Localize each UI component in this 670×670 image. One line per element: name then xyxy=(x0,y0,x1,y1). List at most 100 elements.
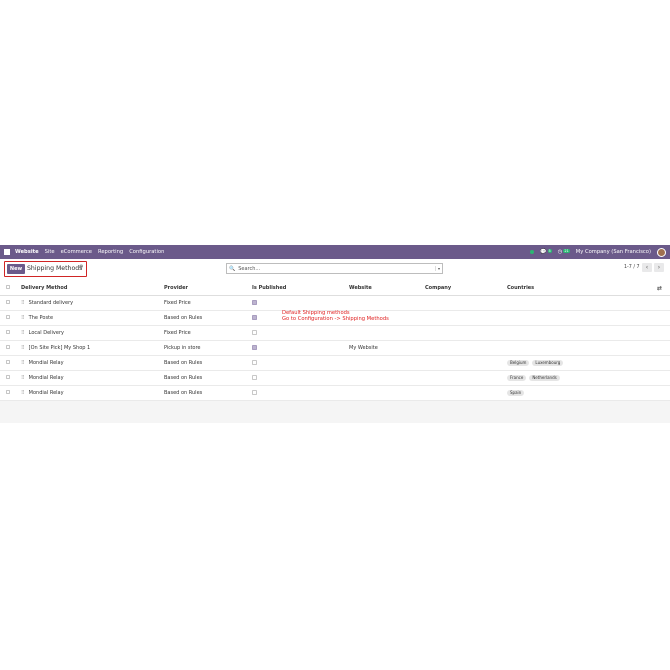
drag-handle-icon[interactable]: ⠿ xyxy=(21,345,25,351)
page-title: Shipping Methods xyxy=(27,265,83,272)
drag-handle-icon[interactable]: ⠿ xyxy=(21,375,25,381)
company-cell xyxy=(425,340,507,356)
published-checkbox[interactable] xyxy=(252,345,257,350)
table-row[interactable]: ⠿ Mondial Relay Based on Rules France Neth… xyxy=(0,370,670,386)
nav-right: 💬 5 ◷ 21 My Company (San Francisco) xyxy=(530,247,666,257)
provider-cell: Based on Rules xyxy=(164,370,252,386)
drag-handle-icon[interactable]: ⠿ xyxy=(21,360,25,366)
website-cell xyxy=(349,385,425,401)
row-checkbox[interactable] xyxy=(6,315,10,319)
row-checkbox[interactable] xyxy=(6,300,10,304)
messages-count: 5 xyxy=(547,249,552,253)
delivery-method-name: Mondial Relay xyxy=(28,375,64,381)
activity-count: 21 xyxy=(563,249,570,253)
row-checkbox[interactable] xyxy=(6,330,10,334)
website-cell: My Website xyxy=(349,340,425,356)
website-cell xyxy=(349,295,425,311)
company-cell xyxy=(425,325,507,341)
activity-clock-icon[interactable]: ◷ 21 xyxy=(558,249,570,255)
apps-grid-icon[interactable] xyxy=(4,249,10,255)
drag-handle-icon[interactable]: ⠿ xyxy=(21,390,25,396)
column-website[interactable]: Website xyxy=(349,281,425,296)
published-checkbox[interactable] xyxy=(252,360,257,365)
country-tag: Netherlands xyxy=(529,375,560,381)
new-button[interactable]: New xyxy=(7,264,25,274)
website-cell xyxy=(349,325,425,341)
company-cell xyxy=(425,295,507,311)
published-checkbox[interactable] xyxy=(252,375,257,380)
country-tag: Belgium xyxy=(507,360,530,366)
search-input[interactable] xyxy=(238,264,435,273)
countries-cell xyxy=(507,295,657,311)
published-checkbox[interactable] xyxy=(252,330,257,335)
provider-cell: Based on Rules xyxy=(164,310,252,326)
published-checkbox[interactable] xyxy=(252,300,257,305)
optional-columns-icon[interactable]: ⇄ xyxy=(657,285,662,292)
shipping-methods-table: Delivery Method Provider Is Published We… xyxy=(0,281,670,401)
provider-cell: Fixed Price xyxy=(164,325,252,341)
column-provider[interactable]: Provider xyxy=(164,281,252,296)
pager-next-icon[interactable]: › xyxy=(654,263,664,272)
drag-handle-icon[interactable]: ⠿ xyxy=(21,300,25,306)
website-cell xyxy=(349,370,425,386)
delivery-method-name: Mondial Relay xyxy=(28,390,64,396)
published-checkbox[interactable] xyxy=(252,315,257,320)
company-switcher[interactable]: My Company (San Francisco) xyxy=(576,249,651,255)
published-checkbox[interactable] xyxy=(252,390,257,395)
country-tag: France xyxy=(507,375,527,381)
control-panel: New Shipping Methods ⚙ 🔍 ▾ 1-7 / 7 ‹ › xyxy=(0,259,670,282)
gear-icon[interactable]: ⚙ xyxy=(79,265,84,270)
table-row[interactable]: ⠿ Mondial Relay Based on Rules Belgium Lux… xyxy=(0,355,670,371)
search-toggle-icon[interactable]: ▾ xyxy=(434,266,440,271)
select-all-checkbox[interactable] xyxy=(6,285,10,289)
pager-value[interactable]: 1-7 / 7 xyxy=(624,265,640,270)
nav-brand[interactable]: Website xyxy=(15,249,39,255)
drag-handle-icon[interactable]: ⠿ xyxy=(21,315,25,321)
nav-item-ecommerce[interactable]: eCommerce xyxy=(61,249,92,255)
search-bar[interactable]: 🔍 ▾ xyxy=(226,263,443,274)
company-cell xyxy=(425,385,507,401)
table-header-row: Delivery Method Provider Is Published We… xyxy=(0,281,670,296)
annotation-note: Default Shipping methods Go to Configura… xyxy=(282,310,389,323)
table-row[interactable]: ⠿ Standard delivery Fixed Price xyxy=(0,295,670,311)
top-navbar: Website Site eCommerce Reporting Configu… xyxy=(0,245,670,259)
nav-item-configuration[interactable]: Configuration xyxy=(129,249,164,255)
avatar[interactable] xyxy=(657,247,666,257)
countries-cell xyxy=(507,340,657,356)
delivery-method-name: Mondial Relay xyxy=(28,360,64,366)
company-cell xyxy=(425,355,507,371)
messages-icon[interactable]: 💬 5 xyxy=(540,249,552,255)
table-row[interactable]: ⠿ Mondial Relay Based on Rules Spain xyxy=(0,385,670,401)
countries-cell xyxy=(507,325,657,341)
company-cell xyxy=(425,310,507,326)
provider-cell: Based on Rules xyxy=(164,385,252,401)
row-checkbox[interactable] xyxy=(6,360,10,364)
website-cell xyxy=(349,355,425,371)
company-cell xyxy=(425,370,507,386)
row-checkbox[interactable] xyxy=(6,345,10,349)
nav-item-reporting[interactable]: Reporting xyxy=(98,249,123,255)
drag-handle-icon[interactable]: ⠿ xyxy=(21,330,25,336)
column-delivery-method[interactable]: Delivery Method xyxy=(21,281,164,296)
column-countries[interactable]: Countries xyxy=(507,281,657,296)
column-is-published[interactable]: Is Published xyxy=(252,281,349,296)
row-checkbox[interactable] xyxy=(6,390,10,394)
delivery-method-name: Standard delivery xyxy=(28,300,74,306)
annotation-line-2: Go to Configuration -> Shipping Methods xyxy=(282,316,389,323)
countries-cell: Spain xyxy=(507,385,657,401)
table-row[interactable]: ⠿ Local Delivery Fixed Price xyxy=(0,325,670,341)
country-tag: Luxembourg xyxy=(532,360,564,366)
countries-cell: France Netherlands xyxy=(507,370,657,386)
delivery-method-name: The Poste xyxy=(28,315,54,321)
app-window: Website Site eCommerce Reporting Configu… xyxy=(0,245,670,423)
delivery-method-name: Local Delivery xyxy=(28,330,64,336)
table-row[interactable]: ⠿ [On Site Pick] My Shop 1 Pickup in stor… xyxy=(0,340,670,356)
pager-prev-icon[interactable]: ‹ xyxy=(642,263,652,272)
column-company[interactable]: Company xyxy=(425,281,507,296)
row-checkbox[interactable] xyxy=(6,375,10,379)
provider-cell: Pickup in store xyxy=(164,340,252,356)
provider-cell: Fixed Price xyxy=(164,295,252,311)
nav-item-site[interactable]: Site xyxy=(45,249,55,255)
country-tag: Spain xyxy=(507,390,525,396)
countries-cell: Belgium Luxembourg xyxy=(507,355,657,371)
